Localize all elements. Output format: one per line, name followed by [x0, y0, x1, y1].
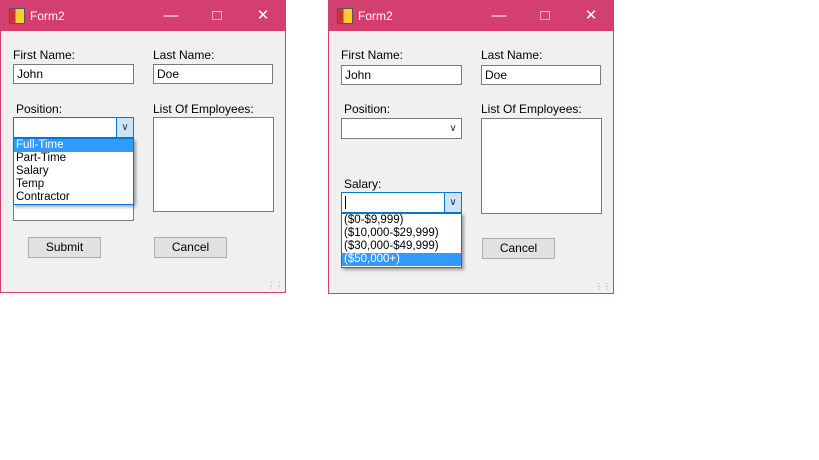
employees-label: List Of Employees:: [153, 102, 254, 116]
employees-label: List Of Employees:: [481, 102, 582, 116]
option-salary-2[interactable]: ($30,000-$49,999): [342, 240, 461, 253]
option-contractor[interactable]: Contractor: [14, 191, 133, 204]
employees-listbox[interactable]: [481, 118, 602, 214]
maximize-icon[interactable]: □: [194, 1, 240, 31]
submit-button[interactable]: Submit: [28, 237, 101, 258]
app-icon: [9, 8, 25, 24]
app-icon: [337, 8, 353, 24]
title-bar[interactable]: Form2 — □ ✕: [329, 1, 613, 31]
position-label: Position:: [344, 102, 391, 116]
resize-grip[interactable]: ⋮⋮: [595, 282, 611, 291]
first-name-input[interactable]: John: [341, 65, 462, 85]
last-name-input[interactable]: Doe: [481, 65, 601, 85]
position-combo[interactable]: ∨: [341, 118, 462, 139]
window-title: Form2: [30, 9, 65, 23]
form2-window-2: Form2 — □ ✕ First Name: John Last Name: …: [328, 0, 614, 294]
title-bar[interactable]: Form2 — □ ✕: [1, 1, 285, 31]
position-combo[interactable]: ∨: [13, 117, 134, 138]
option-full-time[interactable]: Full-Time: [14, 139, 133, 152]
minimize-icon[interactable]: —: [476, 1, 522, 31]
option-salary-3[interactable]: ($50,000+): [342, 253, 461, 266]
employees-listbox[interactable]: [153, 117, 274, 212]
first-name-label: First Name:: [341, 48, 404, 62]
option-salary-0[interactable]: ($0-$9,999): [342, 214, 461, 227]
salary-label: Salary:: [344, 177, 382, 191]
maximize-icon[interactable]: □: [522, 1, 568, 31]
window-title: Form2: [358, 9, 393, 23]
form2-window-1: Form2 — □ ✕ First Name: John Last Name: …: [0, 0, 286, 293]
text-cursor: [345, 196, 346, 209]
cancel-button[interactable]: Cancel: [154, 237, 227, 258]
option-salary[interactable]: Salary: [14, 165, 133, 178]
first-name-input[interactable]: John: [13, 64, 134, 84]
option-temp[interactable]: Temp: [14, 178, 133, 191]
last-name-label: Last Name:: [153, 48, 215, 62]
salary-dropdown[interactable]: ($0-$9,999) ($10,000-$29,999) ($30,000-$…: [341, 213, 462, 268]
chevron-down-icon[interactable]: ∨: [116, 118, 133, 137]
salary-combo[interactable]: ∨: [341, 192, 462, 213]
option-salary-1[interactable]: ($10,000-$29,999): [342, 227, 461, 240]
close-icon[interactable]: ✕: [240, 1, 286, 31]
first-name-label: First Name:: [13, 48, 76, 62]
resize-grip[interactable]: ⋮⋮: [267, 281, 283, 290]
last-name-input[interactable]: Doe: [153, 64, 273, 84]
chevron-down-icon[interactable]: ∨: [445, 119, 461, 138]
position-dropdown[interactable]: Full-Time Part-Time Salary Temp Contract…: [13, 138, 134, 205]
close-icon[interactable]: ✕: [568, 1, 614, 31]
cancel-button[interactable]: Cancel: [482, 238, 555, 259]
last-name-label: Last Name:: [481, 48, 543, 62]
chevron-down-icon[interactable]: ∨: [444, 193, 461, 212]
position-label: Position:: [16, 102, 63, 116]
minimize-icon[interactable]: —: [148, 1, 194, 31]
option-part-time[interactable]: Part-Time: [14, 152, 133, 165]
